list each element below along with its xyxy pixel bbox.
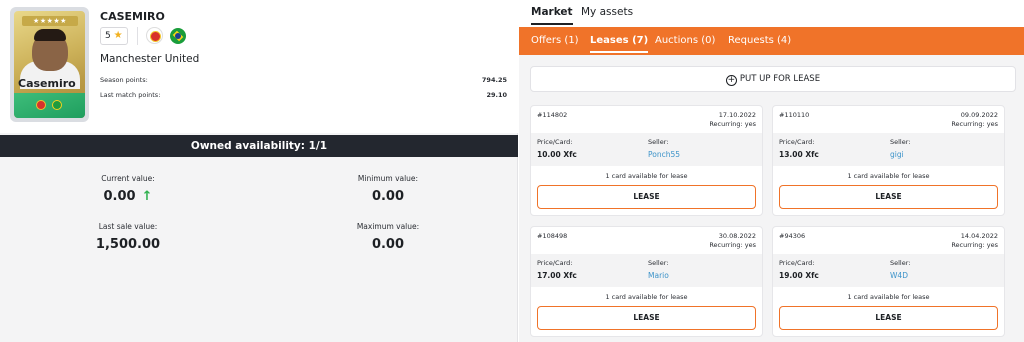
maximum-value-number: 0.00 bbox=[371, 237, 405, 252]
star-rating: 5 ★ bbox=[100, 27, 128, 45]
club-name: Manchester United bbox=[100, 53, 200, 65]
price-label: Price/Card: bbox=[537, 138, 573, 146]
minimum-value-number: 0.00 bbox=[371, 189, 405, 204]
current-value-number: 0.00 bbox=[103, 189, 136, 204]
price-label: Price/Card: bbox=[537, 259, 573, 267]
season-points-value: 794.25 bbox=[481, 76, 507, 84]
availability-text: 1 card available for lease bbox=[847, 172, 930, 180]
seller-link[interactable]: W4D bbox=[890, 271, 908, 280]
availability-text: 1 card available for lease bbox=[847, 293, 930, 301]
lease-button[interactable]: LEASE bbox=[779, 185, 998, 209]
market-panel: Market My assets Offers (1) Leases (7) A… bbox=[519, 0, 1024, 342]
card-player-name: Casemiro bbox=[18, 77, 76, 90]
star-icon: ★ bbox=[113, 30, 123, 41]
maximum-value: Maximum value: 0.00 bbox=[308, 222, 468, 252]
lease-button[interactable]: LEASE bbox=[537, 306, 756, 330]
lease-card: #110110 09.09.2022 Recurring: yes Price/… bbox=[772, 105, 1005, 216]
price-value: 17.00 Xfc bbox=[537, 271, 577, 280]
main-tabs: Market My assets bbox=[519, 0, 1024, 27]
last-match-points-label: Last match points: bbox=[100, 91, 161, 99]
lease-recurring: Recurring: yes bbox=[951, 240, 998, 249]
divider bbox=[137, 27, 138, 45]
lease-id: #94306 bbox=[779, 232, 806, 240]
lease-date: 30.08.2022 bbox=[718, 232, 756, 240]
player-name: CASEMIRO bbox=[100, 10, 165, 23]
seller-label: Seller: bbox=[648, 138, 669, 146]
lease-date: 09.09.2022 bbox=[960, 111, 998, 119]
lease-recurring: Recurring: yes bbox=[709, 240, 756, 249]
price-label: Price/Card: bbox=[779, 259, 815, 267]
lease-id: #108498 bbox=[537, 232, 568, 240]
brazil-flag-icon bbox=[170, 28, 186, 44]
lease-id: #114802 bbox=[537, 111, 568, 119]
lease-date: 17.10.2022 bbox=[718, 111, 756, 119]
seller-label: Seller: bbox=[890, 259, 911, 267]
lease-card: #108498 30.08.2022 Recurring: yes Price/… bbox=[530, 226, 763, 337]
lease-recurring: Recurring: yes bbox=[951, 119, 998, 128]
minimum-value: Minimum value: 0.00 bbox=[308, 174, 468, 204]
club-crest-icon bbox=[146, 27, 163, 44]
current-value: Current value: 0.00 ↑ bbox=[101, 174, 155, 204]
last-sale-value-number: 1,500.00 bbox=[95, 237, 161, 252]
availability-text: 1 card available for lease bbox=[605, 293, 688, 301]
price-value: 13.00 Xfc bbox=[779, 150, 819, 159]
tab-my-assets[interactable]: My assets bbox=[581, 6, 633, 18]
put-up-for-lease-button[interactable]: + PUT UP FOR LEASE bbox=[530, 66, 1016, 92]
market-subtabs: Offers (1) Leases (7) Auctions (0) Reque… bbox=[519, 27, 1024, 55]
subtab-offers[interactable]: Offers (1) bbox=[531, 35, 579, 46]
season-points-label: Season points: bbox=[100, 76, 148, 84]
player-panel: ★★★★★ Casemiro CASEMIRO 5 ★ Manchester U… bbox=[0, 0, 518, 342]
player-header: ★★★★★ Casemiro CASEMIRO 5 ★ Manchester U… bbox=[0, 0, 518, 133]
last-sale-value: Last sale value: 1,500.00 bbox=[48, 222, 208, 252]
seller-link[interactable]: Ponch55 bbox=[648, 150, 680, 159]
price-value: 19.00 Xfc bbox=[779, 271, 819, 280]
lease-card: #94306 14.04.2022 Recurring: yes Price/C… bbox=[772, 226, 1005, 337]
seller-link[interactable]: gigi bbox=[890, 150, 904, 159]
season-points-row: Season points: 794.25 bbox=[100, 76, 507, 84]
put-up-label: PUT UP FOR LEASE bbox=[739, 74, 821, 84]
player-card-image: ★★★★★ Casemiro bbox=[10, 7, 89, 122]
lease-card: #114802 17.10.2022 Recurring: yes Price/… bbox=[530, 105, 763, 216]
seller-link[interactable]: Mario bbox=[648, 271, 669, 280]
card-club-icon bbox=[36, 100, 46, 110]
seller-label: Seller: bbox=[890, 138, 911, 146]
lease-date: 14.04.2022 bbox=[960, 232, 998, 240]
subtab-requests[interactable]: Requests (4) bbox=[728, 35, 791, 46]
plus-circle-icon: + bbox=[725, 75, 737, 86]
lease-button[interactable]: LEASE bbox=[779, 306, 998, 330]
seller-label: Seller: bbox=[648, 259, 669, 267]
lease-recurring: Recurring: yes bbox=[709, 119, 756, 128]
lease-id: #110110 bbox=[779, 111, 810, 119]
last-match-points-row: Last match points: 29.10 bbox=[100, 91, 507, 99]
availability-text: 1 card available for lease bbox=[605, 172, 688, 180]
last-match-points-value: 29.10 bbox=[486, 91, 507, 99]
tab-market[interactable]: Market bbox=[531, 6, 573, 25]
subtab-auctions[interactable]: Auctions (0) bbox=[655, 35, 715, 46]
owned-availability-bar: Owned availability: 1/1 bbox=[0, 135, 518, 157]
price-value: 10.00 Xfc bbox=[537, 150, 577, 159]
card-flag-icon bbox=[52, 100, 62, 110]
arrow-up-icon: ↑ bbox=[141, 189, 153, 204]
lease-button[interactable]: LEASE bbox=[537, 185, 756, 209]
card-stars: ★★★★★ bbox=[22, 16, 78, 26]
star-count: 5 bbox=[105, 31, 111, 41]
price-label: Price/Card: bbox=[779, 138, 815, 146]
subtab-leases[interactable]: Leases (7) bbox=[590, 35, 649, 53]
